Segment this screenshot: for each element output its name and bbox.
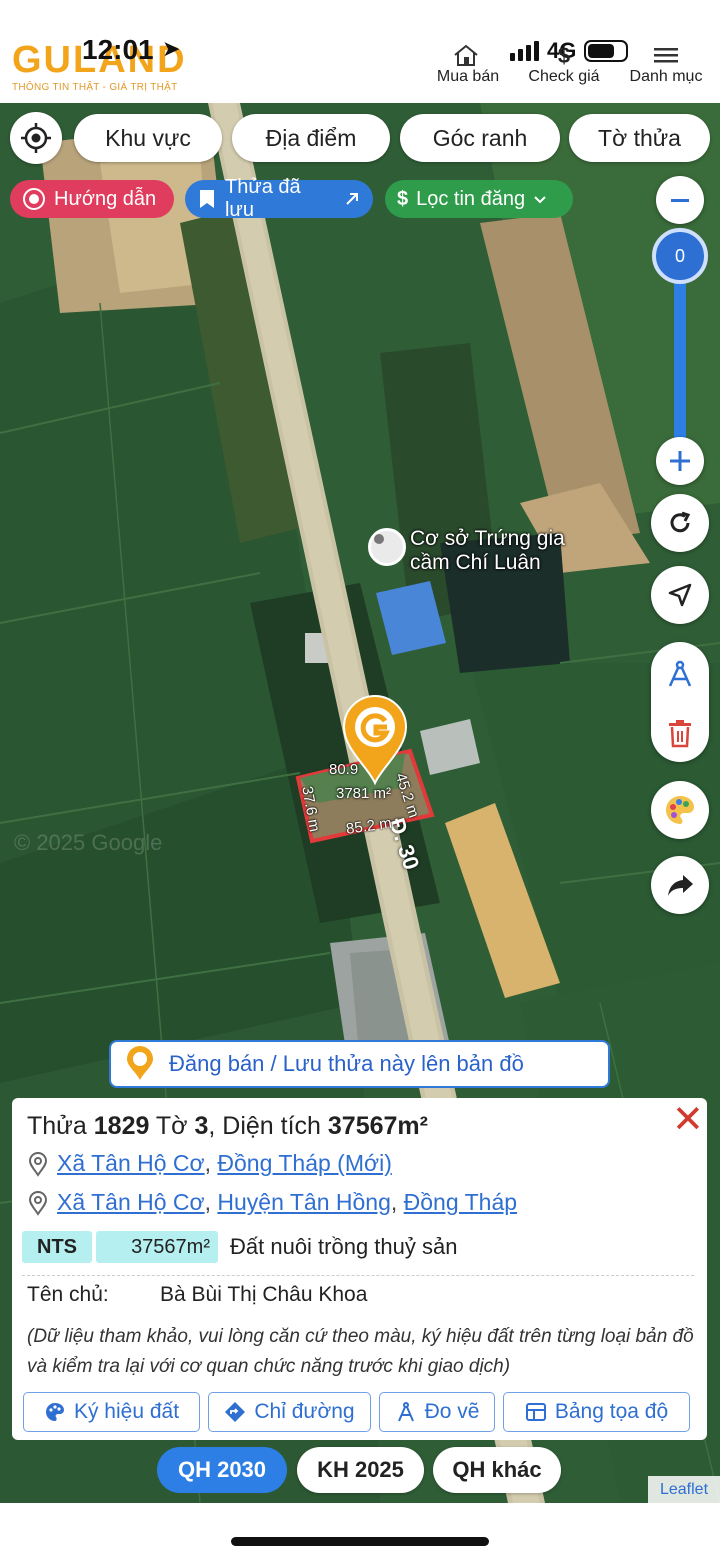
share-button[interactable] [651, 856, 709, 914]
location-pin-icon [28, 1190, 48, 1216]
guland-pin-icon [127, 1046, 153, 1080]
table-icon [525, 1403, 546, 1421]
parcel-number: 1829 [93, 1112, 150, 1140]
district-link[interactable]: Huyện Tân Hồng [217, 1189, 390, 1215]
refresh-button[interactable] [651, 494, 709, 552]
minus-icon [671, 199, 689, 202]
nav-check-gia-label: Check giá [528, 68, 600, 85]
close-icon[interactable]: ✕ [672, 1101, 704, 1139]
directions-icon [225, 1402, 246, 1422]
trash-icon[interactable] [666, 718, 694, 748]
navigate-button[interactable] [651, 566, 709, 624]
land-code-badge: NTS [22, 1231, 92, 1263]
logo-tagline: THÔNG TIN THẬT - GIÁ TRỊ THẬT [12, 82, 178, 93]
province-link[interactable]: Đồng Tháp (Mới) [217, 1150, 391, 1176]
owner-name: Bà Bùi Thị Châu Khoa [160, 1283, 368, 1306]
tab-qh-khac[interactable]: QH khác [433, 1447, 561, 1493]
app-header: GULAND THÔNG TIN THẬT - GIÁ TRỊ THẬT 12:… [0, 0, 720, 103]
owner-label: Tên chủ: [27, 1283, 109, 1306]
search-to-thua[interactable]: Tờ thửa [569, 114, 710, 162]
measure-label: Đo vẽ [424, 1400, 480, 1423]
poi-label[interactable]: Cơ sở Trứng gia cầm Chí Luân [410, 527, 565, 575]
draw-tools-stack [651, 642, 709, 762]
land-area-badge: 37567m² [96, 1231, 218, 1263]
search-goc-ranh[interactable]: Góc ranh [400, 114, 560, 162]
zoom-slider-handle[interactable]: 0 [652, 228, 708, 284]
parcel-title: Thửa 1829 Tờ 3, Diện tích 37567m² [27, 1112, 428, 1140]
refresh-icon [670, 511, 691, 533]
coordinates-table-label: Bảng tọa độ [554, 1400, 669, 1423]
svg-text:$: $ [558, 44, 570, 66]
guide-icon [23, 188, 45, 210]
palette-icon [666, 796, 694, 824]
address-new: Xã Tân Hộ Cơ, Đồng Tháp (Mới) [27, 1150, 392, 1177]
share-icon [668, 875, 693, 896]
measure-compass-icon[interactable] [664, 658, 696, 690]
dollar-sign-icon: $ [397, 187, 409, 210]
palette-icon [45, 1403, 64, 1421]
land-use-type: Đất nuôi trồng thuỷ sản [230, 1234, 458, 1259]
bookmark-icon [199, 190, 214, 208]
search-dia-diem[interactable]: Địa điểm [232, 114, 390, 162]
my-location-button[interactable] [10, 112, 62, 164]
post-parcel-label: Đăng bán / Lưu thửa này lên bản đồ [169, 1051, 524, 1076]
location-pin-icon [28, 1151, 48, 1177]
disclaimer-note: (Dữ liệu tham khảo, vui lòng căn cứ theo… [27, 1326, 694, 1377]
measure-button[interactable]: Đo vẽ [379, 1392, 495, 1432]
home-indicator[interactable] [231, 1537, 489, 1546]
parcel-info-panel: Thửa 1829 Tờ 3, Diện tích 37567m² ✕ Xã T… [12, 1098, 707, 1440]
nav-check-gia[interactable]: $ Check giá [522, 44, 606, 86]
crosshair-icon [21, 123, 51, 153]
address-old: Xã Tân Hộ Cơ, Huyện Tân Hồng, Đồng Tháp [27, 1189, 517, 1216]
tab-qh-2030[interactable]: QH 2030 [157, 1447, 287, 1493]
directions-button[interactable]: Chỉ đường [208, 1392, 371, 1432]
province-link[interactable]: Đồng Tháp [404, 1189, 517, 1215]
directions-label: Chỉ đường [254, 1400, 355, 1423]
saved-parcels-chip[interactable]: Thửa đã lưu [185, 176, 373, 221]
filter-listings-chip[interactable]: $ Lọc tin đăng [385, 180, 573, 218]
navigation-arrow-icon [668, 583, 692, 607]
external-arrow-icon [346, 193, 359, 205]
sheet-number: 3 [194, 1112, 209, 1140]
divider [22, 1275, 694, 1276]
nav-mua-ban-label: Mua bán [436, 68, 500, 85]
coordinates-table-button[interactable]: Bảng tọa độ [503, 1392, 690, 1432]
commune-link[interactable]: Xã Tân Hộ Cơ [57, 1150, 205, 1176]
post-parcel-button[interactable]: Đăng bán / Lưu thửa này lên bản đồ [109, 1040, 610, 1088]
parcel-area-label: 3781 m² [336, 785, 392, 802]
tab-kh-2025[interactable]: KH 2025 [297, 1447, 424, 1493]
search-khu-vuc[interactable]: Khu vực [74, 114, 222, 162]
map-watermark: © 2025 Google [14, 830, 163, 855]
land-symbol-label: Ký hiệu đất [73, 1400, 180, 1423]
zoom-out-button[interactable] [656, 176, 704, 224]
land-symbol-button[interactable]: Ký hiệu đất [23, 1392, 200, 1432]
nav-danh-muc[interactable]: Danh mục [622, 44, 710, 86]
poi-pin-icon[interactable] [368, 528, 406, 566]
saved-chip-label: Thửa đã lưu [224, 176, 301, 221]
guide-chip[interactable]: Hướng dẫn [10, 180, 174, 218]
filter-chip-label: Lọc tin đăng [416, 187, 526, 210]
chevron-down-icon [534, 196, 546, 204]
status-time: 12:01 [82, 34, 154, 65]
parcel-area: 37567m² [327, 1112, 428, 1140]
leaflet-attribution[interactable]: Leaflet [648, 1476, 720, 1503]
menu-icon [654, 48, 678, 63]
guide-chip-label: Hướng dẫn [54, 187, 157, 210]
nav-mua-ban[interactable]: Mua bán [432, 44, 504, 86]
nav-danh-muc-label: Danh mục [629, 68, 703, 85]
zoom-in-button[interactable] [656, 437, 704, 485]
commune-link[interactable]: Xã Tân Hộ Cơ [57, 1189, 205, 1215]
plus-icon [670, 451, 690, 471]
map-style-button[interactable] [651, 781, 709, 839]
dollar-icon: $ [558, 44, 570, 66]
measure-compass-icon [397, 1402, 414, 1422]
house-icon [454, 44, 478, 66]
guland-marker-icon[interactable] [340, 693, 410, 785]
location-arrow-icon: ➤ [162, 36, 181, 61]
